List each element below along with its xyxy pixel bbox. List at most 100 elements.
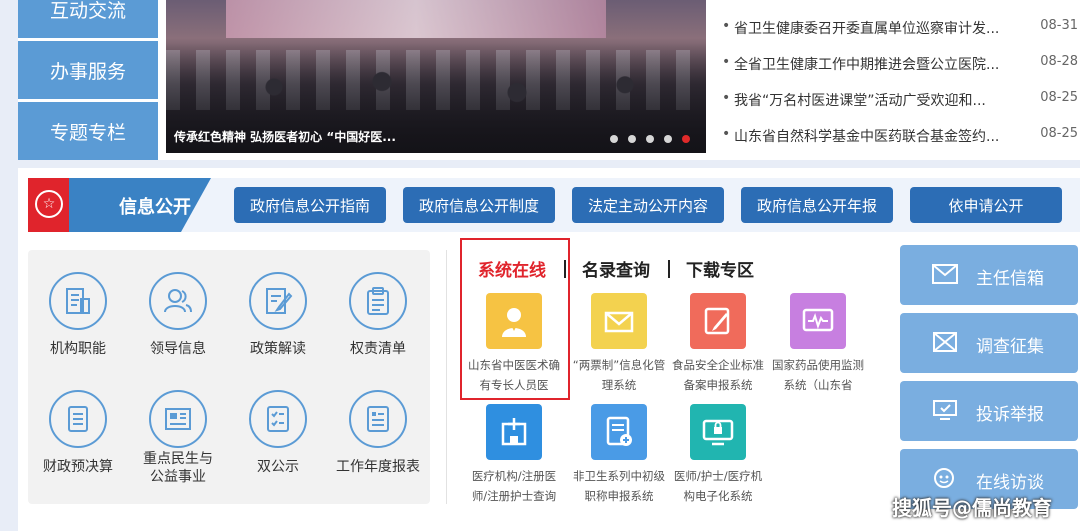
news-title[interactable]: 我省“万名村医进课堂”活动广受欢迎和...	[734, 90, 1012, 110]
grid-item-label-line1: 重点民生与	[143, 451, 213, 467]
complaint-button[interactable]: 投诉举报	[900, 381, 1078, 441]
doctor-icon	[486, 293, 542, 349]
grid-item-label: 双公示	[257, 459, 299, 475]
edit-doc-icon	[249, 272, 307, 330]
info-content-button[interactable]: 法定主动公开内容	[572, 187, 724, 223]
news-title[interactable]: 全省卫生健康工作中期推进会暨公立医院...	[734, 54, 1012, 74]
grid-item-budget[interactable]: 财政预决算	[28, 390, 128, 476]
banner-carousel[interactable]: 传承红色精神 弘扬医者初心 “中国好医...	[166, 0, 706, 153]
news-title[interactable]: 省卫生健康委召开委直属单位巡察审计发...	[734, 18, 1012, 38]
report-icon	[349, 390, 407, 448]
envelope-icon	[591, 293, 647, 349]
tab-divider	[668, 260, 670, 278]
form-plus-icon	[591, 404, 647, 460]
nav-topics[interactable]: 专题专栏	[18, 102, 158, 160]
carousel-dot[interactable]	[664, 135, 672, 143]
app-tcm-specialist[interactable]: 山东省中医医术确有专长人员医	[466, 293, 562, 395]
info-annual-report-button[interactable]: 政府信息公开年报	[741, 187, 893, 223]
grid-item-label: 领导信息	[150, 341, 206, 357]
carousel-dot-active[interactable]	[682, 135, 690, 143]
app-title-application[interactable]: 非卫生系列中初级职称申报系统	[571, 404, 667, 506]
monitor-wave-icon	[790, 293, 846, 349]
info-guide-button[interactable]: 政府信息公开指南	[234, 187, 386, 223]
bullet: •	[722, 18, 731, 34]
bullet: •	[722, 90, 731, 106]
carousel-dots	[610, 135, 690, 143]
app-label: 国家药品使用监测系统（山东省	[772, 358, 864, 392]
news-title[interactable]: 山东省自然科学基金中医药联合基金签约...	[734, 126, 1012, 146]
top-section: 互动交流 办事服务 专题专栏 传承红色精神 弘扬医者初心 “中国好医... • …	[18, 0, 1080, 160]
news-item[interactable]: • 我省“万名村医进课堂”活动广受欢迎和... 08-25	[718, 90, 1078, 110]
right-button-label: 投诉举报	[976, 405, 1044, 425]
grid-item-livelihood[interactable]: 重点民生与 公益事业	[128, 390, 228, 486]
app-label: 医师/护士/医疗机构电子化系统	[673, 469, 763, 503]
tab-directory-search[interactable]: 名录查询	[582, 256, 650, 281]
bottom-section: ☆ 信息公开 政府信息公开指南 政府信息公开制度 法定主动公开内容 政府信息公开…	[18, 168, 1080, 531]
director-mailbox-button[interactable]: 主任信箱	[900, 245, 1078, 305]
news-date: 08-25	[1040, 126, 1078, 141]
grid-item-annual-report[interactable]: 工作年度报表	[328, 390, 428, 476]
computer-lock-icon	[690, 404, 746, 460]
app-food-safety-filing[interactable]: 食品安全企业标准备案申报系统	[670, 293, 766, 395]
survey-button[interactable]: 调查征集	[900, 313, 1078, 373]
hospital-icon	[486, 404, 542, 460]
carousel-dot[interactable]	[646, 135, 654, 143]
info-grid-panel: 机构职能 领导信息 政策解读 权责清单 财政预决算 重点民生与 公益事业 双公示…	[28, 250, 430, 504]
mail-icon	[932, 263, 958, 290]
checklist-icon	[249, 390, 307, 448]
grid-item-label: 工作年度报表	[336, 459, 420, 475]
tab-downloads[interactable]: 下载专区	[686, 256, 754, 281]
nav-services[interactable]: 办事服务	[18, 41, 158, 99]
news-date: 08-25	[1040, 90, 1078, 105]
info-title: 信息公开	[119, 197, 191, 218]
banner-image-stage	[226, 0, 606, 38]
bullet: •	[722, 54, 731, 70]
survey-icon	[932, 331, 958, 358]
complaint-icon	[932, 399, 958, 426]
building-doc-icon	[49, 272, 107, 330]
pencil-icon	[690, 293, 746, 349]
app-electronic-registration[interactable]: 医师/护士/医疗机构电子化系统	[670, 404, 766, 506]
nav-interaction[interactable]: 互动交流	[18, 0, 158, 38]
info-apply-button[interactable]: 依申请公开	[910, 187, 1062, 223]
clipboard-icon	[349, 272, 407, 330]
news-date: 08-31	[1040, 18, 1078, 33]
carousel-dot[interactable]	[628, 135, 636, 143]
grid-item-label: 重点民生与 公益事业	[128, 450, 228, 486]
people-icon	[149, 272, 207, 330]
app-two-invoice-system[interactable]: “两票制”信息化管理系统	[571, 293, 667, 395]
grid-item-label: 政策解读	[250, 341, 306, 357]
app-label: 山东省中医医术确有专长人员医	[468, 358, 560, 392]
column-divider	[446, 250, 447, 504]
grid-item-leaders[interactable]: 领导信息	[128, 272, 228, 358]
chat-icon	[932, 467, 958, 494]
grid-item-policy[interactable]: 政策解读	[228, 272, 328, 358]
news-item[interactable]: • 山东省自然科学基金中医药联合基金签约... 08-25	[718, 126, 1078, 146]
grid-item-responsibilities[interactable]: 权责清单	[328, 272, 428, 358]
app-label: 食品安全企业标准备案申报系统	[672, 358, 764, 392]
grid-item-label-line2: 公益事业	[150, 469, 206, 485]
app-label: “两票制”信息化管理系统	[572, 358, 666, 392]
right-button-label: 在线访谈	[976, 473, 1044, 493]
news-panel-icon	[149, 390, 207, 448]
bullet: •	[722, 126, 731, 142]
right-button-label: 主任信箱	[976, 269, 1044, 289]
carousel-dot[interactable]	[610, 135, 618, 143]
grid-item-label: 财政预决算	[43, 459, 113, 475]
grid-item-label: 权责清单	[350, 341, 406, 357]
app-label: 医疗机构/注册医师/注册护士查询	[471, 469, 557, 503]
grid-item-dual-publicity[interactable]: 双公示	[228, 390, 328, 476]
info-system-button[interactable]: 政府信息公开制度	[403, 187, 555, 223]
info-emblem-icon: ☆	[35, 190, 63, 218]
news-item[interactable]: • 省卫生健康委召开委直属单位巡察审计发... 08-31	[718, 18, 1078, 38]
right-button-label: 调查征集	[976, 337, 1044, 357]
banner-caption[interactable]: 传承红色精神 弘扬医者初心 “中国好医...	[174, 128, 396, 145]
grid-item-institution[interactable]: 机构职能	[28, 272, 128, 358]
app-drug-monitoring[interactable]: 国家药品使用监测系统（山东省	[770, 293, 866, 395]
news-item[interactable]: • 全省卫生健康工作中期推进会暨公立医院... 08-28	[718, 54, 1078, 74]
app-label: 非卫生系列中初级职称申报系统	[573, 469, 665, 503]
document-icon	[49, 390, 107, 448]
app-medical-institution-query[interactable]: 医疗机构/注册医师/注册护士查询	[466, 404, 562, 506]
info-disclosure-bar: ☆ 信息公开 政府信息公开指南 政府信息公开制度 法定主动公开内容 政府信息公开…	[28, 178, 1080, 232]
watermark: 搜狐号@儒尚教育	[892, 496, 1052, 520]
